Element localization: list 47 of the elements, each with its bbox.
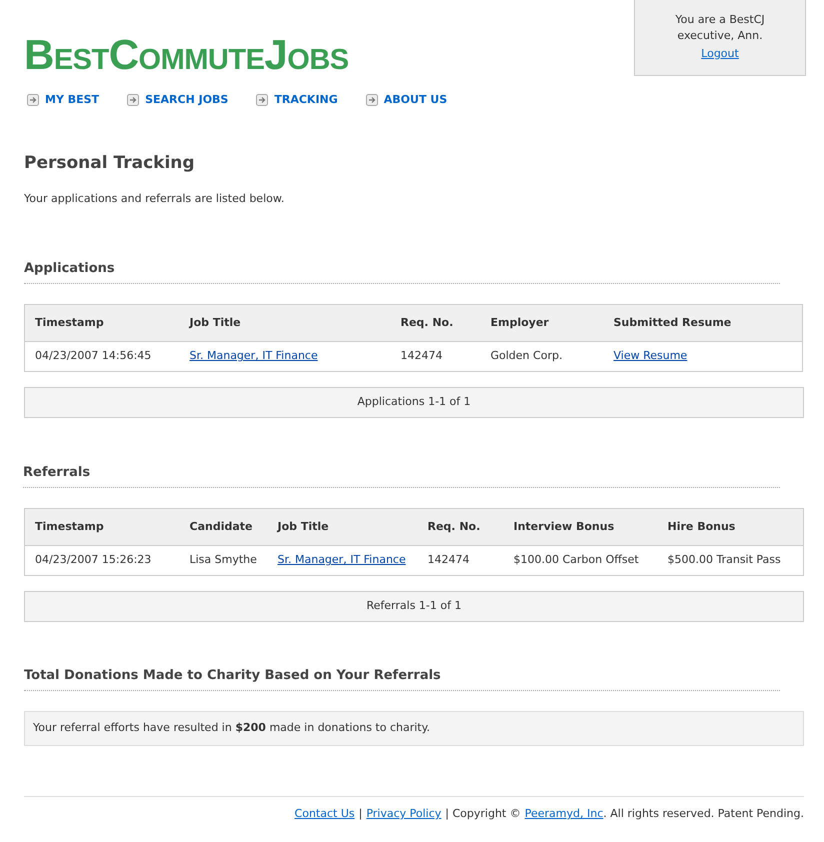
table-cell: Golden Corp. bbox=[480, 342, 604, 372]
section-heading: Referrals bbox=[23, 464, 780, 488]
nav-link[interactable]: SEARCH JOBS bbox=[127, 92, 228, 108]
table-cell: $500.00 Transit Pass bbox=[658, 546, 804, 576]
column-header: Req. No. bbox=[390, 304, 480, 342]
arrow-icon bbox=[27, 94, 39, 106]
column-header: Job Title bbox=[268, 508, 418, 546]
page-title: Personal Tracking bbox=[24, 152, 196, 174]
section-heading: Total Donations Made to Charity Based on Your Referrals bbox=[24, 667, 780, 691]
nav-link[interactable]: TRACKING bbox=[256, 92, 338, 108]
pagination-bar: Applications 1-1 of 1 bbox=[24, 387, 804, 418]
table-link[interactable]: Sr. Manager, IT Finance bbox=[190, 349, 318, 362]
column-header: Submitted Resume bbox=[604, 304, 802, 342]
footer-link[interactable]: Privacy Policy bbox=[366, 807, 442, 821]
column-header: Job Title bbox=[180, 304, 390, 342]
footer-link[interactable]: Peeramyd, Inc bbox=[524, 807, 604, 821]
table-cell: Lisa Smythe bbox=[180, 546, 268, 576]
column-header: Hire Bonus bbox=[658, 508, 804, 546]
donation-message: Your referral efforts have resulted in $200 made in donations to charity. bbox=[33, 720, 430, 736]
column-header: Timestamp bbox=[24, 304, 180, 342]
section-heading: Applications bbox=[24, 260, 780, 284]
column-header: Timestamp bbox=[24, 508, 180, 546]
table-cell: $100.00 Carbon Offset bbox=[504, 546, 658, 576]
pagination-bar: Referrals 1-1 of 1 bbox=[24, 591, 804, 622]
table-cell: 142474 bbox=[418, 546, 504, 576]
logo-text: BestCommuteJobs bbox=[24, 34, 349, 76]
nav-link[interactable]: ABOUT US bbox=[366, 92, 448, 108]
nav-link[interactable]: MY BEST bbox=[27, 92, 100, 108]
column-header: Req. No. bbox=[418, 508, 504, 546]
logout-link[interactable]: Logout bbox=[701, 46, 739, 61]
greeting-text: You are a BestCJ executive, Ann. bbox=[674, 12, 766, 44]
intro-text: Your applications and referrals are listed below. bbox=[24, 192, 286, 206]
column-header: Employer bbox=[480, 304, 604, 342]
table-cell: 04/23/2007 15:26:23 bbox=[24, 546, 180, 576]
table-link[interactable]: View Resume bbox=[614, 349, 688, 362]
arrow-icon bbox=[256, 94, 268, 106]
table-cell: 04/23/2007 14:56:45 bbox=[24, 342, 180, 372]
table-cell: 142474 bbox=[390, 342, 480, 372]
column-header: Candidate bbox=[180, 508, 268, 546]
footer-text: | bbox=[358, 807, 362, 821]
footer-link[interactable]: Contact Us bbox=[294, 807, 355, 821]
arrow-icon bbox=[366, 94, 378, 106]
column-header: Interview Bonus bbox=[504, 508, 658, 546]
table-link[interactable]: Sr. Manager, IT Finance bbox=[278, 553, 406, 566]
footer-text: | Copyright © bbox=[445, 807, 521, 821]
arrow-icon bbox=[127, 94, 140, 106]
footer-text: . All rights reserved. Patent Pending. bbox=[603, 807, 804, 821]
